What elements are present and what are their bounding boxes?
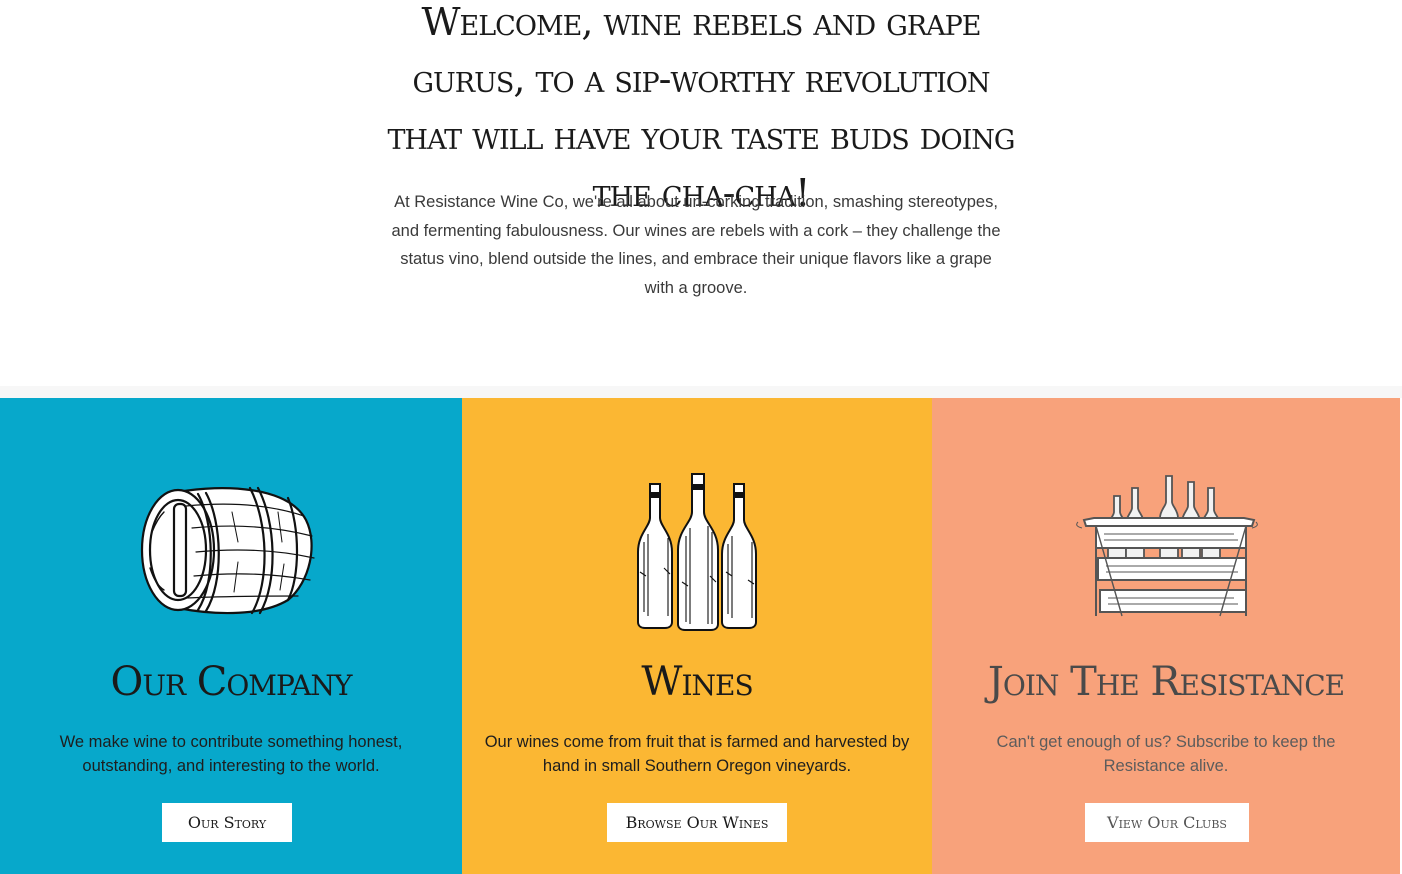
wine-barrel-icon	[140, 486, 315, 615]
panel-title: Join The Resistance	[987, 659, 1345, 705]
section-divider	[0, 386, 1402, 398]
view-our-clubs-button[interactable]: View Our Clubs	[1085, 803, 1249, 842]
wine-crate-icon	[1076, 475, 1258, 617]
wines-panel: Wines Our wines come from fruit that is …	[462, 398, 932, 874]
panel-description: Can't get enough of us? Subscribe to kee…	[996, 733, 1336, 775]
panel-title: Our Company	[110, 659, 353, 705]
join-the-resistance-panel: Join The Resistance Can't get enough of …	[932, 398, 1400, 874]
panel-description: Our wines come from fruit that is farmed…	[484, 733, 910, 775]
our-story-button[interactable]: Our Story	[162, 803, 292, 842]
intro-section: Welcome, wine rebels and grape gurus, to…	[0, 0, 1402, 386]
our-company-panel: Our Company We make wine to contribute s…	[0, 398, 462, 874]
browse-our-wines-button[interactable]: Browse Our Wines	[607, 803, 787, 842]
wine-bottles-icon	[637, 473, 757, 631]
panel-description: We make wine to contribute something hon…	[59, 733, 403, 775]
panel-title: Wines	[641, 659, 753, 705]
intro-paragraph: At Resistance Wine Co, we're all about u…	[391, 193, 1001, 297]
